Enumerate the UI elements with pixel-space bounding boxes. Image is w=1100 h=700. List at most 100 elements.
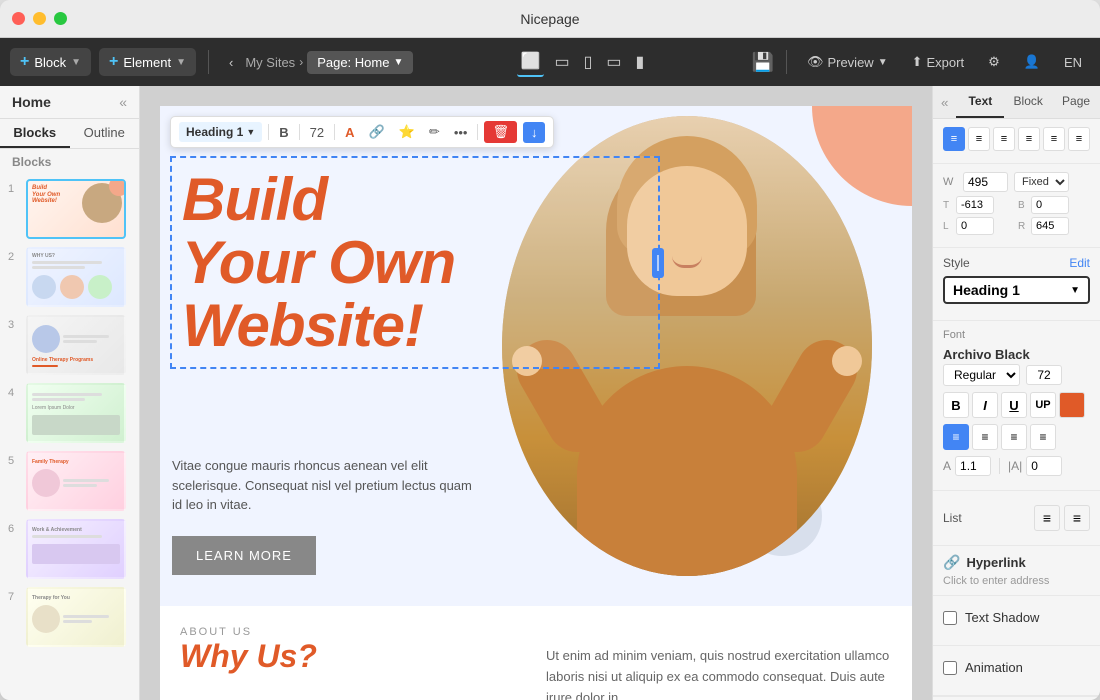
hero-heading: Build Your Own Website! bbox=[182, 168, 648, 357]
canvas-area[interactable]: Heading 1 ▼ B 72 A 🔗 ⭐ ✏ ••• bbox=[140, 86, 932, 700]
sidebar-collapse-button[interactable]: « bbox=[119, 94, 127, 110]
text-color-swatch[interactable] bbox=[1059, 392, 1085, 418]
add-element-button[interactable]: + Element ▼ bbox=[99, 48, 196, 76]
tab-page[interactable]: Page bbox=[1052, 86, 1100, 118]
about-label: ABOUT US bbox=[180, 626, 526, 638]
tablet-portrait-icon[interactable]: ▯ bbox=[580, 48, 597, 76]
bold-button[interactable]: B bbox=[275, 123, 292, 142]
left-input[interactable] bbox=[956, 217, 994, 235]
css-class-section[interactable]: ▶ CSS Class bbox=[933, 696, 1100, 700]
heading-style-select[interactable]: Heading 1 ▼ bbox=[943, 276, 1090, 304]
language-selector[interactable]: EN bbox=[1056, 51, 1090, 74]
sidebar-title: Home bbox=[12, 94, 51, 110]
char-spacing-input[interactable] bbox=[1026, 456, 1062, 476]
style-edit-button[interactable]: Edit bbox=[1069, 256, 1090, 270]
toolbar-right-actions: 💾 👁 Preview ▼ ⬆ Export ⚙ 👤 EN bbox=[752, 50, 1090, 74]
hero-body-text: Vitae congue mauris rhoncus aenean vel e… bbox=[172, 446, 472, 515]
letter-spacing-input[interactable] bbox=[955, 456, 991, 476]
bold-format-button[interactable]: B bbox=[943, 392, 969, 418]
char-spacing-label: |A| bbox=[1008, 459, 1022, 473]
thumbnail-4[interactable]: Lorem Ipsum Dolor bbox=[26, 383, 126, 443]
align-top-button[interactable]: ≡ bbox=[1018, 127, 1040, 151]
italic-format-button[interactable]: I bbox=[972, 392, 998, 418]
close-button[interactable] bbox=[12, 12, 25, 25]
thumbnail-3[interactable]: Online Therapy Programs bbox=[26, 315, 126, 375]
learn-more-button[interactable]: LEARN MORE bbox=[172, 536, 316, 575]
text-shadow-checkbox[interactable] bbox=[943, 611, 957, 625]
mobile-portrait-icon[interactable]: ▮ bbox=[632, 48, 649, 76]
list-buttons: ≡ ≡ bbox=[1034, 505, 1090, 531]
save-button[interactable]: 💾 bbox=[752, 52, 774, 73]
list-item[interactable]: 5 Family Therapy bbox=[0, 447, 139, 515]
bottom-input[interactable] bbox=[1031, 196, 1069, 214]
minimize-button[interactable] bbox=[33, 12, 46, 25]
heading-style-button[interactable]: Heading 1 ▼ bbox=[179, 122, 262, 142]
animation-checkbox[interactable] bbox=[943, 661, 957, 675]
align-left-button[interactable]: ≡ bbox=[943, 127, 965, 151]
thumbnail-1[interactable]: BuildYour OwnWebsite! bbox=[26, 179, 126, 239]
hyperlink-input[interactable]: Click to enter address bbox=[943, 575, 1090, 587]
style-label: Style bbox=[943, 256, 970, 270]
thumbnail-7[interactable]: Therapy for You bbox=[26, 587, 126, 647]
edit-button[interactable]: ✏ bbox=[425, 122, 444, 142]
star-button[interactable]: ⭐ bbox=[395, 122, 419, 142]
thumbnail-5[interactable]: Family Therapy bbox=[26, 451, 126, 511]
thumbnail-6[interactable]: Work & Achievement bbox=[26, 519, 126, 579]
mobile-landscape-icon[interactable]: ▭ bbox=[602, 48, 625, 76]
list-item[interactable]: 2 WHY US? bbox=[0, 243, 139, 311]
page-selector[interactable]: Page: Home ▼ bbox=[307, 51, 413, 74]
breadcrumb-nav: ‹ My Sites › Page: Home ▼ bbox=[221, 51, 413, 74]
more-options-button[interactable]: ••• bbox=[450, 123, 472, 142]
export-button[interactable]: ⬆ Export bbox=[904, 50, 972, 74]
title-bar: Nicepage bbox=[0, 0, 1100, 38]
settings-icon[interactable]: ⚙ bbox=[980, 50, 1008, 74]
animation-section: Animation bbox=[933, 646, 1100, 696]
link-button[interactable]: 🔗 bbox=[365, 122, 389, 142]
text-align-justify-button[interactable]: ≡ bbox=[1030, 424, 1056, 450]
right-panel-collapse-button[interactable]: « bbox=[933, 87, 956, 118]
move-down-button[interactable]: ↓ bbox=[523, 122, 546, 143]
thumbnail-2[interactable]: WHY US? bbox=[26, 247, 126, 307]
align-center-button[interactable]: ≡ bbox=[968, 127, 990, 151]
width-mode-select[interactable]: Fixed bbox=[1014, 172, 1069, 192]
text-align-left-button[interactable]: ≡ bbox=[943, 424, 969, 450]
hero-text-box[interactable]: Build Your Own Website! bbox=[170, 156, 660, 369]
list-item[interactable]: 7 Therapy for You bbox=[0, 583, 139, 651]
align-right-button[interactable]: ≡ bbox=[993, 127, 1015, 151]
unordered-list-button[interactable]: ≡ bbox=[1034, 505, 1060, 531]
maximize-button[interactable] bbox=[54, 12, 67, 25]
width-input[interactable] bbox=[963, 172, 1008, 192]
ordered-list-button[interactable]: ≡ bbox=[1064, 505, 1090, 531]
resize-handle-right[interactable] bbox=[652, 248, 664, 278]
font-color-button[interactable]: A bbox=[341, 123, 358, 142]
font-style-select[interactable]: Regular bbox=[943, 364, 1020, 386]
right-input[interactable] bbox=[1031, 217, 1069, 235]
list-item[interactable]: 3 Online Therapy Programs bbox=[0, 311, 139, 379]
tablet-landscape-icon[interactable]: ▭ bbox=[550, 48, 573, 76]
add-block-button[interactable]: + Block ▼ bbox=[10, 48, 91, 76]
back-button[interactable]: ‹ bbox=[221, 51, 241, 74]
uppercase-format-button[interactable]: UP bbox=[1030, 392, 1056, 418]
list-item[interactable]: 6 Work & Achievement bbox=[0, 515, 139, 583]
tab-text[interactable]: Text bbox=[956, 86, 1004, 118]
tab-blocks[interactable]: Blocks bbox=[0, 119, 70, 148]
underline-format-button[interactable]: U bbox=[1001, 392, 1027, 418]
hyperlink-label: Hyperlink bbox=[966, 555, 1025, 570]
list-item[interactable]: 4 Lorem Ipsum Dolor bbox=[0, 379, 139, 447]
desktop-icon[interactable]: ⬜ bbox=[517, 47, 545, 77]
right-panel: « Text Block Page ≡ ≡ ≡ ≡ ≡ ≡ bbox=[932, 86, 1100, 700]
align-middle-button[interactable]: ≡ bbox=[1043, 127, 1065, 151]
toolbar-divider bbox=[208, 50, 209, 74]
list-item[interactable]: 1 BuildYour OwnWebsite! bbox=[0, 175, 139, 243]
font-size-input[interactable] bbox=[1026, 365, 1062, 385]
text-align-center-button[interactable]: ≡ bbox=[972, 424, 998, 450]
tab-outline[interactable]: Outline bbox=[70, 119, 140, 148]
align-bottom-button[interactable]: ≡ bbox=[1068, 127, 1090, 151]
font-size-display[interactable]: 72 bbox=[306, 123, 328, 142]
top-input[interactable] bbox=[956, 196, 994, 214]
text-align-right-button[interactable]: ≡ bbox=[1001, 424, 1027, 450]
tab-block[interactable]: Block bbox=[1004, 86, 1052, 118]
delete-button[interactable]: 🗑 bbox=[484, 121, 517, 143]
user-icon[interactable]: 👤 bbox=[1016, 50, 1048, 74]
preview-button[interactable]: 👁 Preview ▼ bbox=[799, 50, 896, 74]
